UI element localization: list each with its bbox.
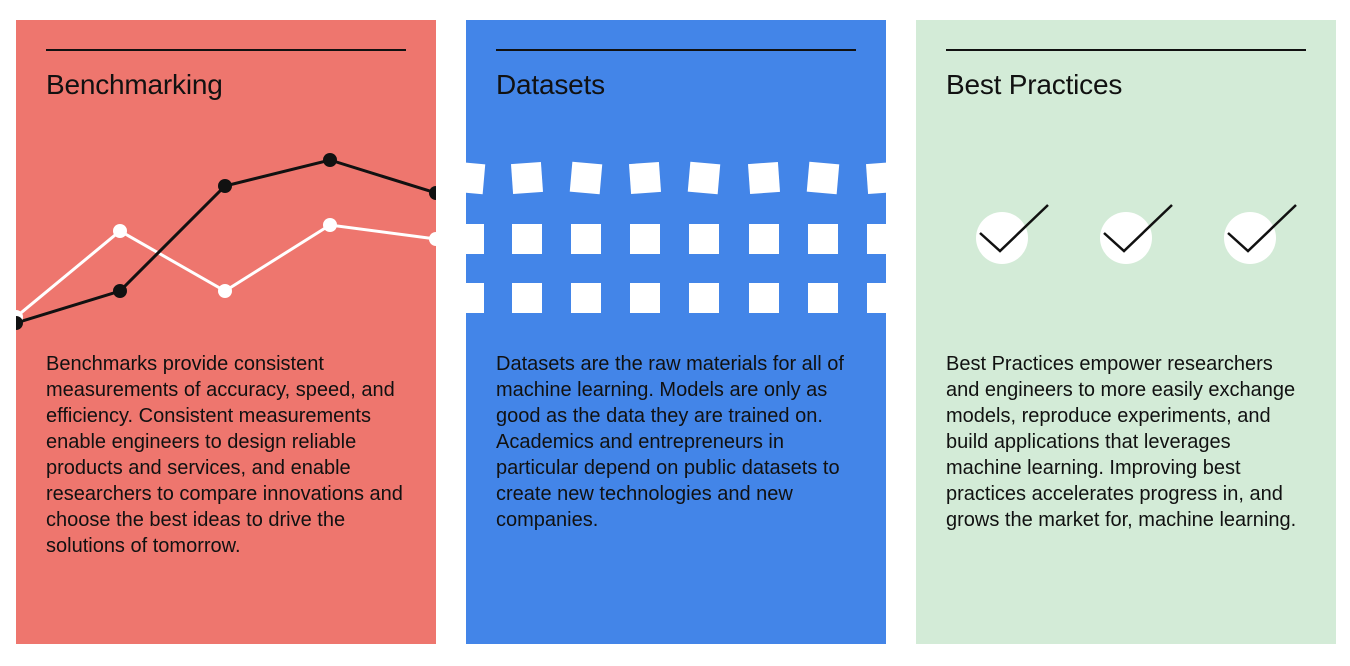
card-title: Datasets (496, 69, 605, 100)
data-cell (867, 224, 886, 254)
line-graph-icon (16, 135, 436, 335)
checkmark-icon (976, 204, 1049, 264)
data-cell (630, 224, 660, 254)
data-cell (569, 161, 603, 195)
data-cell (806, 161, 840, 195)
data-cell (749, 224, 779, 254)
datasets-card: Datasets Datasets are the raw materials … (466, 20, 886, 644)
data-cell (571, 224, 601, 254)
data-cell (689, 224, 719, 254)
card-divider (496, 49, 856, 51)
card-title: Best Practices (946, 69, 1123, 100)
data-cell (466, 283, 484, 313)
data-cell (512, 283, 542, 313)
data-cell (628, 161, 662, 195)
checkmark-icon (1100, 204, 1173, 264)
benchmarking-card: Benchmarking Benchmarks provide consiste… (16, 20, 436, 644)
data-cell (747, 161, 781, 195)
data-grid-icon (466, 135, 886, 335)
checkmark-icon (1224, 204, 1297, 264)
data-cell (867, 283, 886, 313)
card-title: Benchmarking (46, 69, 223, 100)
card-description: Benchmarks provide consistent measuremen… (46, 353, 403, 557)
card-description: Best Practices empower researchers and e… (946, 353, 1297, 531)
data-cell (571, 283, 601, 313)
data-cell (512, 224, 542, 254)
card-description: Datasets are the raw materials for all o… (496, 353, 844, 531)
card-divider (46, 49, 406, 51)
data-cell (630, 283, 660, 313)
data-cell (510, 161, 544, 195)
data-cell (689, 283, 719, 313)
data-cell (749, 283, 779, 313)
data-cell (466, 161, 486, 195)
data-cell (808, 224, 838, 254)
checkmark-icon (916, 135, 1336, 335)
data-cell (808, 283, 838, 313)
card-divider (946, 49, 1306, 51)
best-practices-card: Best Practices Best Practices empower re… (916, 20, 1336, 644)
data-cell (687, 161, 721, 195)
data-cell (865, 161, 886, 195)
data-cell (466, 224, 484, 254)
